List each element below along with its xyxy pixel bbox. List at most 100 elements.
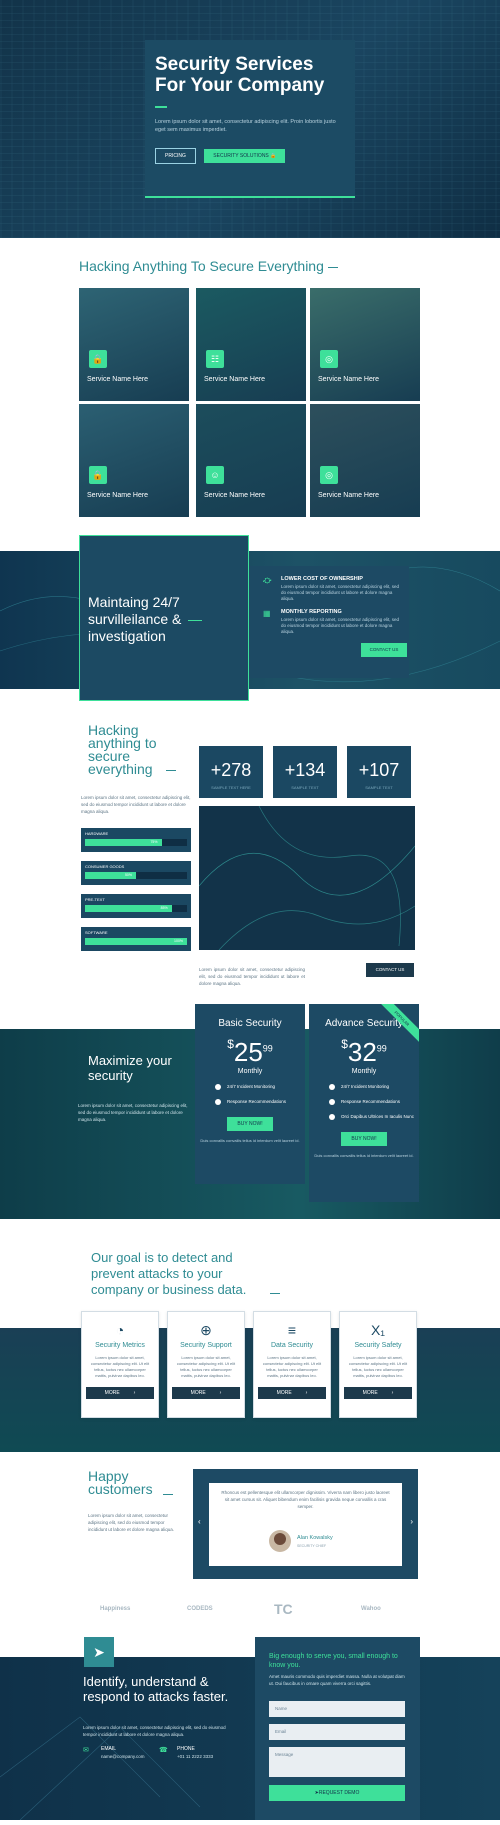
plan-card-basic: Basic Security $2599 Monthly 24/7 Incide… xyxy=(195,1004,305,1184)
more-button[interactable]: MORE › xyxy=(344,1387,412,1399)
service-tile[interactable]: 🔒 Service Name Here xyxy=(79,288,189,401)
progress-label: SOFTWARE xyxy=(85,930,108,935)
more-label: MORE xyxy=(362,1390,378,1396)
hacking-text: Lorem ipsum dolor sit amet, consectetur … xyxy=(81,795,191,814)
phone-icon: ☎ xyxy=(159,1747,168,1754)
feature-text: Lorem ipsum dolor sit amet, consectetur … xyxy=(281,617,400,634)
testimonial-name: Alan Kowalsky xyxy=(297,1535,333,1541)
phone-value[interactable]: +01 11 2222 3333 xyxy=(177,1754,213,1759)
hero-title: Security Services For Your Company xyxy=(155,54,325,96)
divider xyxy=(270,1293,280,1294)
network-lines xyxy=(199,806,415,950)
eye-slash-icon: ◎ xyxy=(320,350,338,368)
lifebuoy-icon: ⊕ xyxy=(200,1322,212,1338)
smile-icon: ☺ xyxy=(206,466,224,484)
lock-icon: 🔒 xyxy=(270,153,277,159)
divider xyxy=(166,770,176,771)
progress-label: PRE-TEXT xyxy=(85,897,105,902)
request-demo-button[interactable]: ➤REQUEST DEMO xyxy=(269,1785,405,1801)
progress-fill: 75% xyxy=(85,839,162,846)
divider xyxy=(188,620,202,621)
feature-label: 24/7 Incident Monitoring xyxy=(341,1084,390,1090)
progress-track: 75% xyxy=(85,839,187,846)
contact-us-button[interactable]: CONTACT US xyxy=(366,963,414,977)
name-field[interactable]: Name xyxy=(269,1701,405,1717)
lock-icon: 🔒 xyxy=(89,466,107,484)
buy-now-button[interactable]: BUY NOW! xyxy=(341,1132,387,1146)
pricing-title: Maximize your security xyxy=(88,1053,172,1083)
service-tile[interactable]: ☷ Service Name Here xyxy=(196,288,306,401)
progress-track: 100% xyxy=(85,938,187,945)
plan-note: Duis convallis convallis tellus id inter… xyxy=(314,1153,414,1158)
hero-section: Security Services For Your Company Lorem… xyxy=(0,0,500,238)
divider xyxy=(163,1494,173,1495)
form-title: Big enough to serve you, small enough to… xyxy=(269,1653,398,1669)
stat-box: +278 SAMPLE TEXT HERE xyxy=(199,746,263,798)
currency: $ xyxy=(227,1037,234,1051)
service-tile[interactable]: ◎ Service Name Here xyxy=(310,288,420,401)
more-button[interactable]: MORE › xyxy=(258,1387,326,1399)
partner-logo: TC xyxy=(274,1601,293,1617)
plan-feature: Response Recommendations xyxy=(329,1099,419,1105)
plan-price: $3299 xyxy=(309,1037,419,1068)
amount: 25 xyxy=(233,1037,263,1067)
form-text: Amet mauris commodo quis imperdiet massa… xyxy=(269,1674,405,1686)
plan-feature: 24/7 Incident Monitoring xyxy=(215,1084,305,1090)
paper-plane-icon: ➤ xyxy=(84,1637,114,1667)
partner-logo: Wahoo xyxy=(361,1606,381,1612)
message-field[interactable]: Message xyxy=(269,1747,405,1777)
currency: $ xyxy=(341,1037,348,1051)
progress-fill: 85% xyxy=(85,905,172,912)
pricing-text: Lorem ipsum dolor sit amet, consectetur … xyxy=(78,1103,188,1122)
email-field[interactable]: Email xyxy=(269,1724,405,1740)
more-button[interactable]: MORE › xyxy=(172,1387,240,1399)
feature-text: Lorem ipsum dolor sit amet, consectetur … xyxy=(281,584,400,601)
service-name: Service Name Here xyxy=(318,492,380,499)
service-tile[interactable]: ◎ Service Name Here xyxy=(310,404,420,517)
testimonial-role: SECURITY CHIEF xyxy=(297,1544,327,1548)
cents: 99 xyxy=(262,1043,273,1054)
progress-label: CONSUMER GOODS xyxy=(85,864,125,869)
feature-title: LOWER COST OF OWNERSHIP xyxy=(281,576,363,582)
service-tile[interactable]: ☺ Service Name Here xyxy=(196,404,306,517)
card-text: Lorem ipsum dolor sit amet, consectetur … xyxy=(176,1355,236,1378)
plan-price: $2599 xyxy=(195,1037,305,1068)
email-value[interactable]: name@company.com xyxy=(101,1754,145,1759)
pricing-button[interactable]: PRICING xyxy=(155,148,196,164)
subscript-icon: X₁ xyxy=(370,1322,386,1338)
contact-us-button[interactable]: CONTACT US xyxy=(361,643,407,657)
testimonial-quote: Rhoncus est pellentesque elit ullamcorpe… xyxy=(221,1490,390,1509)
progress-label: HARDWARE xyxy=(85,831,109,836)
surveillance-image-card: Maintaing 24/7 survilleilance & investig… xyxy=(79,535,249,701)
stat-box: +107 SAMPLE TEXT xyxy=(347,746,411,798)
card-title: Data Security xyxy=(270,1342,314,1349)
plan-feature: Response Recommendations xyxy=(215,1099,305,1105)
plan-feature: 24/7 Incident Monitoring xyxy=(329,1084,419,1090)
service-image xyxy=(310,404,420,517)
check-icon xyxy=(329,1114,335,1120)
progress-percent: 85% xyxy=(160,906,168,910)
more-button[interactable]: MORE › xyxy=(86,1387,154,1399)
chevron-right-icon[interactable]: › xyxy=(410,1517,413,1526)
service-image xyxy=(79,288,189,401)
security-solutions-button[interactable]: SECURITY SOLUTIONS 🔒 xyxy=(204,149,286,163)
service-name: Service Name Here xyxy=(318,376,380,383)
hero-card: Security Services For Your Company Lorem… xyxy=(145,40,355,198)
goal-band xyxy=(0,1328,500,1452)
chevron-left-icon[interactable]: ‹ xyxy=(198,1517,201,1526)
plan-period: Monthly xyxy=(351,1068,377,1075)
surveillance-panel: ⛮ LOWER COST OF OWNERSHIP Lorem ipsum dol… xyxy=(249,566,409,678)
progress-track: 50% xyxy=(85,872,187,879)
plan-note: Duis convallis convallis tellus id inter… xyxy=(200,1138,300,1143)
progress-percent: 75% xyxy=(150,840,158,844)
progress-item: HARDWARE 75% xyxy=(81,828,191,852)
progress-item: SOFTWARE 100% xyxy=(81,927,191,951)
feature-title: MONTHLY REPORTING xyxy=(281,609,342,615)
testimonials-text: Lorem ipsum dolor sit amet, consectetur … xyxy=(88,1513,175,1532)
service-tile[interactable]: 🔒 Service Name Here xyxy=(79,404,189,517)
card-title: Security Safety xyxy=(354,1342,402,1349)
progress-fill: 50% xyxy=(85,872,136,879)
network-image xyxy=(199,806,415,950)
service-name: Service Name Here xyxy=(87,376,149,383)
buy-now-button[interactable]: BUY NOW! xyxy=(227,1117,273,1131)
